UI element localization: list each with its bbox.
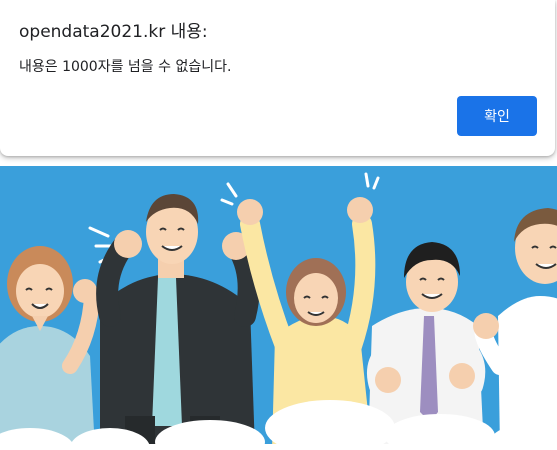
alert-dialog: opendata2021.kr 내용: 내용은 1000자를 넘을 수 없습니다… bbox=[0, 0, 555, 156]
dialog-message: 내용은 1000자를 넘을 수 없습니다. bbox=[19, 59, 232, 75]
page: opendata2021.kr 내용: 내용은 1000자를 넘을 수 없습니다… bbox=[0, 0, 557, 450]
ok-button[interactable]: 확인 bbox=[457, 96, 537, 136]
banner-illustration bbox=[0, 166, 557, 450]
cheering-people-illustration bbox=[0, 166, 557, 450]
dialog-title: opendata2021.kr 내용: bbox=[19, 22, 208, 42]
